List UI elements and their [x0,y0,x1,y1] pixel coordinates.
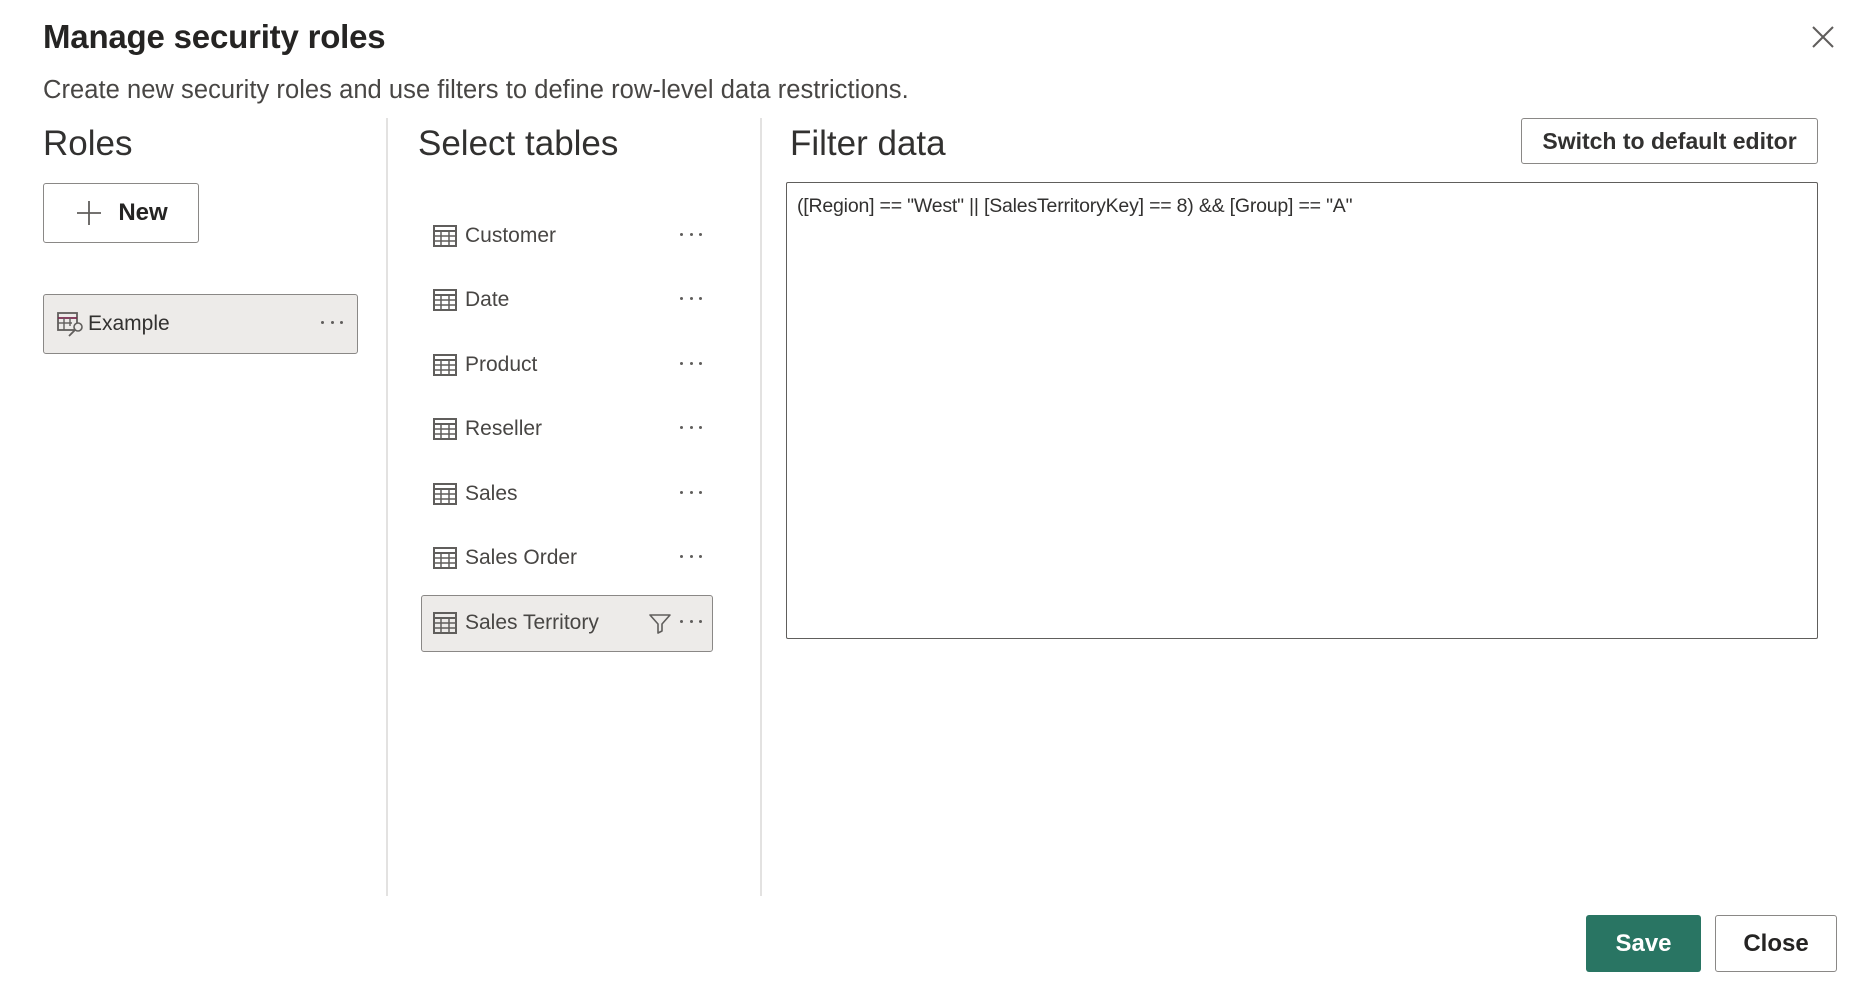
table-icon [433,482,457,505]
table-more-options-button[interactable] [680,361,702,368]
plus-icon [77,201,102,225]
save-button[interactable]: Save [1586,915,1701,972]
table-row-label: Product [465,352,538,376]
table-row-reseller[interactable]: Reseller [421,401,713,458]
table-key-icon [57,312,83,337]
column-divider [386,118,388,896]
table-more-options-button[interactable] [680,297,702,303]
role-more-options-button[interactable] [321,321,343,327]
table-row-date[interactable]: Date [421,272,713,329]
filter-expression-editor[interactable]: ([Region] == "West" || [SalesTerritoryKe… [786,182,1818,639]
table-row-label: Date [465,288,510,312]
table-icon [433,547,457,570]
new-role-label: New [118,199,168,226]
roles-heading: Roles [43,124,133,163]
filter-icon [649,614,671,634]
dialog-title: Manage security roles [43,18,386,55]
table-more-options-button[interactable] [680,620,702,626]
column-divider [760,118,762,896]
role-item-label: Example [88,312,170,335]
role-item-example[interactable]: Example [43,294,358,354]
table-icon [433,612,457,635]
new-role-button[interactable]: New [43,183,199,243]
switch-to-default-editor-button[interactable]: Switch to default editor [1521,118,1818,164]
close-button[interactable]: Close [1715,915,1837,972]
table-icon [433,418,457,441]
table-row-customer[interactable]: Customer [421,207,713,264]
table-row-label: Customer [465,223,557,247]
table-row-sales-territory[interactable]: Sales Territory [421,594,713,652]
table-row-label: Sales Territory [465,611,599,635]
table-icon [433,353,457,376]
table-list: Customer Date Product Reseller Sales Sal… [421,207,713,659]
table-more-options-button[interactable] [680,426,702,432]
table-row-label: Reseller [465,417,543,441]
table-row-label: Sales Order [465,546,578,570]
table-icon [433,289,457,312]
table-row-sales-order[interactable]: Sales Order [421,530,713,587]
filter-data-heading: Filter data [790,124,946,163]
select-tables-heading: Select tables [418,124,619,163]
table-more-options-button[interactable] [680,555,702,561]
close-icon [1812,26,1834,48]
table-row-sales[interactable]: Sales [421,465,713,522]
table-row-product[interactable]: Product [421,336,713,393]
table-more-options-button[interactable] [680,490,702,497]
close-dialog-button[interactable] [1806,20,1840,54]
table-icon [433,224,457,247]
dialog-subtitle: Create new security roles and use filter… [43,76,909,104]
table-row-label: Sales [465,481,518,505]
table-more-options-button[interactable] [680,232,702,239]
